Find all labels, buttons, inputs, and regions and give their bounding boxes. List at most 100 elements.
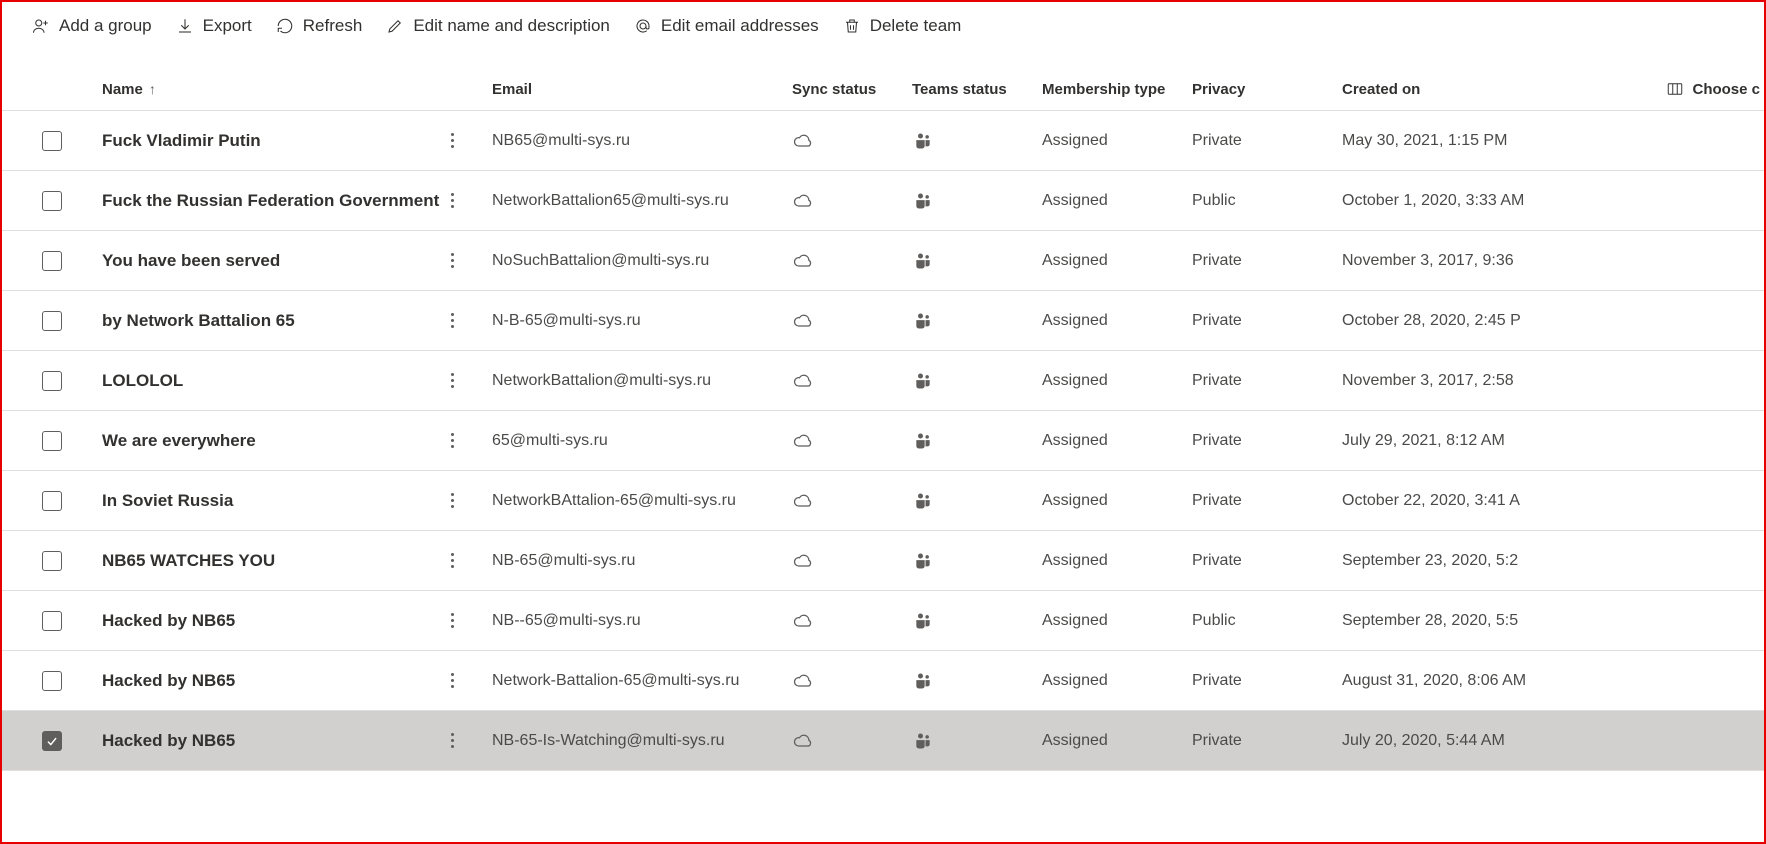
refresh-button[interactable]: Refresh	[276, 16, 363, 36]
row-teams-status	[912, 371, 1042, 391]
row-name[interactable]: In Soviet Russia	[102, 491, 233, 511]
row-teams-status	[912, 731, 1042, 751]
row-more-menu[interactable]	[440, 313, 464, 328]
row-name[interactable]: LOLOLOL	[102, 371, 183, 391]
teams-icon	[912, 671, 934, 691]
row-created: August 31, 2020, 8:06 AM	[1342, 672, 1562, 690]
row-checkbox[interactable]	[42, 551, 62, 571]
cloud-icon	[792, 251, 814, 271]
table-row[interactable]: NB65 WATCHES YOU NB-65@multi-sys.ru Assi…	[2, 531, 1764, 591]
cloud-icon	[792, 131, 814, 151]
row-created: October 22, 2020, 3:41 A	[1342, 492, 1562, 510]
edit-email-button[interactable]: Edit email addresses	[634, 16, 819, 36]
row-privacy: Private	[1192, 432, 1342, 450]
table-row[interactable]: Fuck the Russian Federation Government N…	[2, 171, 1764, 231]
row-email: NetworkBattalion65@multi-sys.ru	[492, 192, 792, 210]
teams-icon	[912, 611, 934, 631]
row-more-menu[interactable]	[440, 133, 464, 148]
row-teams-status	[912, 611, 1042, 631]
row-checkbox[interactable]	[42, 131, 62, 151]
row-more-menu[interactable]	[440, 373, 464, 388]
row-more-menu[interactable]	[440, 613, 464, 628]
edit-name-desc-button[interactable]: Edit name and description	[386, 16, 610, 36]
row-created: July 29, 2021, 8:12 AM	[1342, 432, 1562, 450]
sort-asc-icon: ↑	[149, 81, 156, 97]
row-checkbox[interactable]	[42, 251, 62, 271]
row-name[interactable]: Hacked by NB65	[102, 671, 235, 691]
row-more-menu[interactable]	[440, 253, 464, 268]
row-membership: Assigned	[1042, 432, 1192, 450]
col-membership-header[interactable]: Membership type	[1042, 81, 1192, 98]
table-row[interactable]: LOLOLOL NetworkBattalion@multi-sys.ru As…	[2, 351, 1764, 411]
row-sync-status	[792, 131, 912, 151]
cloud-icon	[792, 311, 814, 331]
row-sync-status	[792, 731, 912, 751]
row-privacy: Private	[1192, 492, 1342, 510]
row-teams-status	[912, 671, 1042, 691]
teams-icon	[912, 431, 934, 451]
cloud-icon	[792, 671, 814, 691]
row-checkbox[interactable]	[42, 611, 62, 631]
admin-groups-panel: Add a group Export Refresh Edit name and…	[0, 0, 1766, 844]
row-email: NB65@multi-sys.ru	[492, 132, 792, 150]
col-created-header[interactable]: Created on	[1342, 81, 1562, 98]
col-sync-header[interactable]: Sync status	[792, 81, 912, 98]
row-membership: Assigned	[1042, 552, 1192, 570]
row-more-menu[interactable]	[440, 733, 464, 748]
table-row[interactable]: In Soviet Russia NetworkBAttalion-65@mul…	[2, 471, 1764, 531]
col-privacy-header[interactable]: Privacy	[1192, 81, 1342, 98]
table-row[interactable]: You have been served NoSuchBattalion@mul…	[2, 231, 1764, 291]
col-name-header[interactable]: Name ↑	[102, 81, 492, 98]
row-email: NB--65@multi-sys.ru	[492, 612, 792, 630]
row-membership: Assigned	[1042, 612, 1192, 630]
row-checkbox[interactable]	[42, 431, 62, 451]
groups-table: Name ↑ Email Sync status Teams status Me…	[2, 54, 1764, 771]
row-teams-status	[912, 431, 1042, 451]
columns-icon	[1666, 80, 1684, 98]
row-membership: Assigned	[1042, 672, 1192, 690]
row-checkbox[interactable]	[42, 311, 62, 331]
row-sync-status	[792, 611, 912, 631]
export-button[interactable]: Export	[176, 16, 252, 36]
row-checkbox[interactable]	[42, 491, 62, 511]
row-privacy: Private	[1192, 132, 1342, 150]
row-name[interactable]: Hacked by NB65	[102, 731, 235, 751]
row-more-menu[interactable]	[440, 553, 464, 568]
row-checkbox[interactable]	[42, 371, 62, 391]
table-row[interactable]: Hacked by NB65 Network-Battalion-65@mult…	[2, 651, 1764, 711]
table-row[interactable]: Fuck Vladimir Putin NB65@multi-sys.ru As…	[2, 111, 1764, 171]
table-row[interactable]: by Network Battalion 65 N-B-65@multi-sys…	[2, 291, 1764, 351]
table-row[interactable]: Hacked by NB65 NB--65@multi-sys.ru Assig…	[2, 591, 1764, 651]
row-more-menu[interactable]	[440, 193, 464, 208]
add-group-button[interactable]: Add a group	[32, 16, 152, 36]
row-name[interactable]: by Network Battalion 65	[102, 311, 295, 331]
row-more-menu[interactable]	[440, 673, 464, 688]
col-email-header[interactable]: Email	[492, 81, 792, 98]
row-sync-status	[792, 671, 912, 691]
delete-team-button[interactable]: Delete team	[843, 16, 962, 36]
choose-columns-button[interactable]: Choose c	[1562, 80, 1764, 98]
row-created: July 20, 2020, 5:44 AM	[1342, 732, 1562, 750]
table-row[interactable]: Hacked by NB65 NB-65-Is-Watching@multi-s…	[2, 711, 1764, 771]
cloud-icon	[792, 731, 814, 751]
row-membership: Assigned	[1042, 492, 1192, 510]
row-sync-status	[792, 491, 912, 511]
row-checkbox[interactable]	[42, 191, 62, 211]
row-name[interactable]: Fuck Vladimir Putin	[102, 131, 261, 151]
row-checkbox[interactable]	[42, 731, 62, 751]
row-created: September 23, 2020, 5:2	[1342, 552, 1562, 570]
row-name[interactable]: Hacked by NB65	[102, 611, 235, 631]
refresh-label: Refresh	[303, 16, 363, 36]
row-membership: Assigned	[1042, 132, 1192, 150]
row-checkbox[interactable]	[42, 671, 62, 691]
row-more-menu[interactable]	[440, 493, 464, 508]
toolbar: Add a group Export Refresh Edit name and…	[2, 2, 1764, 54]
row-name[interactable]: We are everywhere	[102, 431, 256, 451]
col-teams-header[interactable]: Teams status	[912, 81, 1042, 98]
row-name[interactable]: Fuck the Russian Federation Government	[102, 191, 439, 211]
row-email: 65@multi-sys.ru	[492, 432, 792, 450]
row-more-menu[interactable]	[440, 433, 464, 448]
row-name[interactable]: NB65 WATCHES YOU	[102, 551, 275, 571]
row-name[interactable]: You have been served	[102, 251, 280, 271]
table-row[interactable]: We are everywhere 65@multi-sys.ru Assign…	[2, 411, 1764, 471]
